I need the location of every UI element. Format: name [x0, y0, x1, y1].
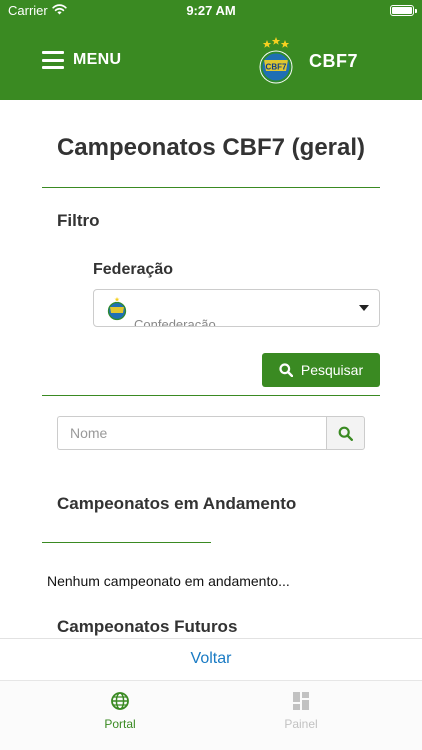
clock: 9:27 AM [186, 3, 236, 18]
ongoing-empty-message: Nenhum campeonato em andamento... [47, 573, 290, 589]
menu-button[interactable]: MENU [42, 47, 121, 73]
ongoing-divider [42, 542, 211, 543]
tab-painel[interactable]: Painel [241, 691, 361, 733]
federation-label: Federação [93, 261, 174, 278]
tab-portal[interactable]: Portal [60, 691, 180, 733]
main-content[interactable]: Campeonatos CBF7 (geral) Filtro Federaçã… [0, 100, 422, 638]
page-title: Campeonatos CBF7 (geral) [56, 134, 366, 161]
filter-divider [42, 395, 380, 396]
federation-logo-icon [107, 297, 127, 321]
ongoing-heading: Campeonatos em Andamento [57, 494, 297, 513]
future-heading: Campeonatos Futuros [57, 617, 238, 636]
title-divider [42, 187, 380, 188]
search-button-label: Pesquisar [300, 362, 364, 378]
tab-portal-label: Portal [104, 717, 136, 731]
hamburger-icon [42, 51, 64, 69]
tab-bar: Portal Painel [0, 680, 422, 750]
name-search-button[interactable] [326, 416, 365, 450]
globe-icon [111, 692, 129, 710]
chevron-down-icon [359, 305, 369, 311]
brand-name: CBF7 [309, 50, 359, 71]
name-search-input[interactable] [57, 416, 327, 450]
brand: CBF7 CBF7 [256, 37, 358, 85]
federation-select[interactable]: Confederação [93, 289, 380, 327]
search-icon [338, 426, 353, 441]
back-bar: Voltar [0, 638, 422, 680]
search-icon [279, 363, 293, 377]
svg-text:CBF7: CBF7 [266, 63, 287, 72]
battery-icon [390, 5, 417, 16]
status-bar: Carrier 9:27 AM [0, 0, 422, 21]
dashboard-icon [293, 692, 309, 710]
filter-heading: Filtro [57, 211, 100, 230]
app-header: MENU CBF7 CBF7 [0, 21, 422, 100]
search-button[interactable]: Pesquisar [262, 353, 380, 387]
back-button[interactable]: Voltar [191, 650, 232, 668]
menu-label: MENU [73, 51, 122, 68]
cbf7-logo-icon: CBF7 [259, 37, 293, 84]
federation-selected-value: Confederação [134, 317, 216, 327]
tab-painel-label: Painel [284, 717, 318, 731]
